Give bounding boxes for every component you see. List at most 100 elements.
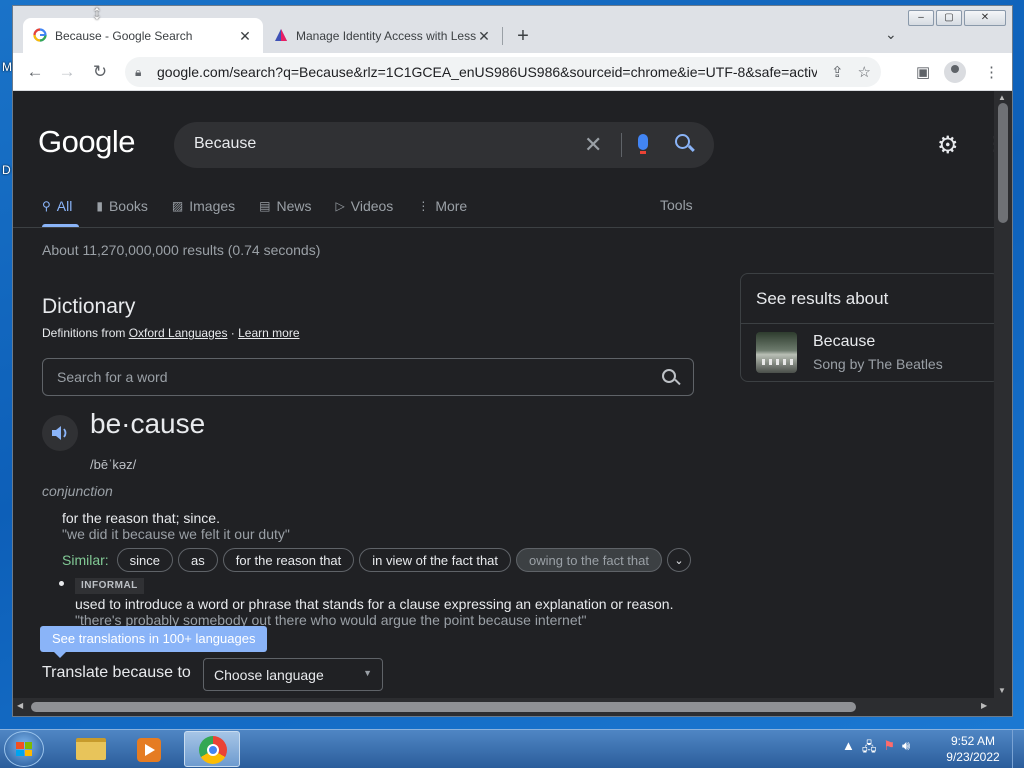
maximize-button[interactable]: ▢ <box>936 10 962 26</box>
volume-icon[interactable]: 🔊︎ <box>902 738 910 760</box>
scroll-left-icon[interactable]: ◀ <box>17 701 23 710</box>
show-desktop-button[interactable] <box>1012 730 1024 768</box>
bookmark-star-icon[interactable]: ☆ <box>858 63 871 81</box>
start-button[interactable] <box>4 731 44 767</box>
profile-avatar[interactable] <box>944 61 966 83</box>
tab-videos[interactable]: ▷ Videos <box>336 195 394 217</box>
scroll-right-icon[interactable]: ▶ <box>981 701 987 710</box>
scroll-thumb[interactable] <box>998 103 1008 223</box>
tab-label: Books <box>108 198 148 214</box>
clock-date: 9/23/2022 <box>946 750 1000 764</box>
similar-chip[interactable]: since <box>116 548 174 572</box>
scroll-up-icon[interactable]: ▲ <box>998 93 1006 102</box>
clock-time: 9:52 AM <box>950 734 996 748</box>
entity-description: Song by The Beatles <box>813 356 943 372</box>
album-thumbnail[interactable] <box>756 332 797 373</box>
network-icon[interactable]: 🖧︎ <box>862 738 877 760</box>
book-icon: ▮ <box>96 199 103 213</box>
system-clock[interactable]: 9:52 AM 9/23/2022 <box>944 733 1002 765</box>
minimize-button[interactable]: – <box>908 10 934 26</box>
tab-close-icon[interactable]: ✕ <box>476 28 492 45</box>
learn-more-link[interactable]: Learn more <box>238 326 299 340</box>
word-search-placeholder[interactable]: Search for a word <box>57 369 168 385</box>
logo-pane <box>24 742 32 749</box>
video-icon: ▷ <box>335 199 345 213</box>
desktop-icon-label[interactable]: M <box>2 60 12 74</box>
chevron-down-icon[interactable]: ⌄ <box>666 548 691 572</box>
knowledge-panel-title: See results about <box>756 289 889 308</box>
translations-tooltip: See translations in 100+ languages <box>40 626 268 658</box>
tab-title: Manage Identity Access with Less <box>296 29 476 43</box>
divider <box>741 323 994 324</box>
language-select[interactable]: Choose language ▼ <box>203 658 383 691</box>
headword: be·cause <box>90 408 206 439</box>
google-g-icon <box>33 27 47 45</box>
tab-books[interactable]: ▮ Books <box>96 195 148 217</box>
scroll-down-icon[interactable]: ▼ <box>998 686 1006 695</box>
resize-cursor-icon: ↕ <box>92 2 102 24</box>
new-tab-button[interactable]: + <box>513 25 533 48</box>
share-icon[interactable]: ⇪ <box>831 63 844 81</box>
forward-arrow-icon[interactable]: → <box>57 62 77 82</box>
clear-icon[interactable]: ✕ <box>584 132 602 158</box>
microphone-icon[interactable] <box>638 134 648 154</box>
search-box[interactable]: Because ✕ <box>174 122 714 168</box>
definition-1: for the reason that; since. <box>62 510 220 526</box>
search-icon[interactable] <box>675 134 690 149</box>
tab-google-search[interactable]: Because - Google Search ✕ <box>23 18 263 54</box>
bullet <box>59 581 64 586</box>
oxford-languages-link[interactable]: Oxford Languages <box>129 326 228 340</box>
similar-chip[interactable]: as <box>178 548 218 572</box>
horizontal-scrollbar[interactable]: ◀ ▶ <box>13 698 1012 716</box>
word-search-field[interactable]: Search for a word <box>42 358 694 396</box>
action-center-flag-icon[interactable]: ⚑ <box>883 738 895 760</box>
search-tabs: ⚲ All ▮ Books ▨ Images ▤ News ▷ Videos ⋮… <box>42 195 491 217</box>
tab-more[interactable]: ⋮ More <box>417 195 467 217</box>
triangle-logo-icon <box>274 28 288 45</box>
translate-label: Translate because to <box>42 664 191 681</box>
side-panel-icon[interactable]: ▣ <box>916 63 930 81</box>
knowledge-panel: See results about Because Song by The Be… <box>740 273 994 382</box>
lock-icon[interactable]: 🔒︎ <box>135 65 149 80</box>
media-player-icon <box>137 738 161 762</box>
taskbar-media-player[interactable] <box>122 731 178 767</box>
similar-chip[interactable]: for the reason that <box>222 548 355 572</box>
tab-close-icon[interactable]: ✕ <box>237 28 253 45</box>
search-input[interactable]: Because <box>194 135 256 153</box>
back-arrow-icon[interactable]: ← <box>25 62 45 82</box>
tab-all[interactable]: ⚲ All <box>42 195 72 217</box>
example-1: "we did it because we felt it our duty" <box>62 526 290 542</box>
similar-chip[interactable]: owing to the fact that <box>516 548 662 572</box>
tab-search-chevron-icon[interactable]: ⌄ <box>885 26 897 43</box>
part-of-speech: conjunction <box>42 483 113 499</box>
scroll-thumb[interactable] <box>31 702 856 712</box>
vertical-scrollbar[interactable]: ▲ ▼ <box>994 91 1012 698</box>
url-text[interactable]: google.com/search?q=Because&rlz=1C1GCEA_… <box>157 64 817 80</box>
tab-manage-identity[interactable]: Manage Identity Access with Less ✕ <box>264 18 502 54</box>
dropdown-arrow-icon: ▼ <box>363 668 372 678</box>
tab-images[interactable]: ▨ Images <box>172 195 235 217</box>
browser-menu-icon[interactable]: ⋮ <box>984 63 999 81</box>
speaker-icon <box>52 426 67 440</box>
google-logo[interactable]: Google <box>38 124 135 160</box>
logo-pane <box>16 742 24 749</box>
gear-icon[interactable]: ⚙ <box>937 131 959 160</box>
reload-icon[interactable]: ↻ <box>90 62 110 82</box>
address-bar[interactable]: 🔒︎ google.com/search?q=Because&rlz=1C1GC… <box>125 57 881 87</box>
taskbar-file-explorer[interactable] <box>62 731 118 767</box>
similar-chip[interactable]: in view of the fact that <box>359 548 512 572</box>
show-hidden-icons-icon[interactable]: ▲ <box>842 738 855 760</box>
desktop-icon-label[interactable]: D <box>2 163 11 177</box>
tab-label: All <box>56 198 73 214</box>
tab-news[interactable]: ▤ News <box>259 195 311 217</box>
tab-title: Because - Google Search <box>55 29 193 43</box>
entity-name[interactable]: Because <box>813 333 875 351</box>
source-prefix: Definitions from <box>42 326 129 340</box>
apps-menu-icon[interactable]: ⋮ <box>985 131 994 156</box>
tools-button[interactable]: Tools <box>660 197 693 213</box>
close-button[interactable]: ✕ <box>964 10 1006 26</box>
search-icon[interactable] <box>662 369 676 383</box>
taskbar-chrome[interactable] <box>184 731 240 767</box>
language-select-value: Choose language <box>214 667 324 683</box>
pronunciation-button[interactable] <box>42 415 78 451</box>
